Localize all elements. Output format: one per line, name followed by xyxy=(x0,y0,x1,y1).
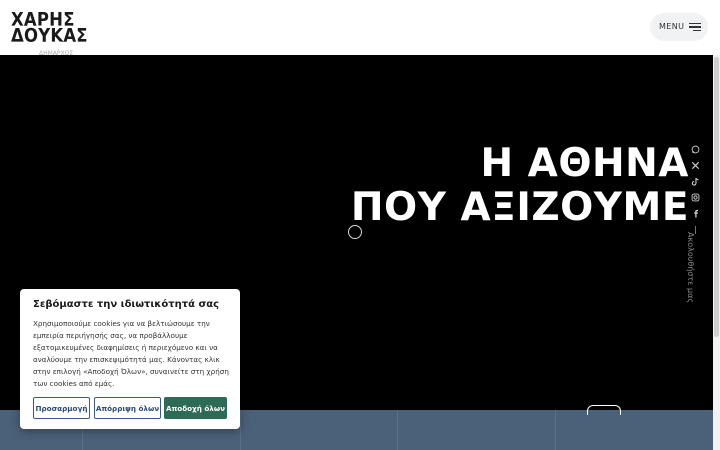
whatsapp-icon[interactable] xyxy=(688,142,702,156)
hero-title-line-2: ΠΟΥ ΑΞΙΖΟΥΜΕ xyxy=(350,185,689,230)
follow-us-label: Ακολουθήστε μας xyxy=(686,232,695,304)
cookie-description: Χρησιμοποιούμε cookies για να βελτιώσουμ… xyxy=(33,319,229,388)
instagram-icon[interactable] xyxy=(688,190,702,204)
social-divider xyxy=(695,226,696,234)
menu-button[interactable]: MENU xyxy=(650,13,708,41)
scroll-down-indicator-icon[interactable] xyxy=(587,405,621,415)
hero-title-line-1: Η ΑΘΗΝΑ xyxy=(480,141,689,186)
hero-title: Η ΑΘΗΝΑ ΠΟΥ ΑΞΙΖΟΥΜΕ xyxy=(351,142,689,230)
column-divider xyxy=(397,410,398,450)
customize-button[interactable]: Προσαρμογή xyxy=(33,397,90,419)
menu-label: MENU xyxy=(659,22,685,31)
loading-spinner-icon xyxy=(348,225,362,239)
site-header: ΧΑΡΗΣ ΔΟΥΚΑΣ ΔΗΜΑΡΧΟΣ MENU xyxy=(0,0,720,57)
logo-line-2: ΔΟΥΚΑΣ xyxy=(11,24,88,47)
accept-all-button[interactable]: Αποδοχή όλων xyxy=(164,397,227,419)
facebook-icon[interactable] xyxy=(688,206,702,220)
cookie-consent-dialog: Σεβόμαστε την ιδιωτικότητά σας Χρησιμοπο… xyxy=(20,289,240,429)
hamburger-icon xyxy=(689,23,701,31)
reject-all-button[interactable]: Απόρριψη όλων xyxy=(94,397,161,419)
site-logo[interactable]: ΧΑΡΗΣ ΔΟΥΚΑΣ xyxy=(11,10,88,47)
scrollbar-thumb[interactable] xyxy=(714,57,719,337)
cookie-title: Σεβόμαστε την ιδιωτικότητά σας xyxy=(33,299,220,310)
tiktok-icon[interactable] xyxy=(688,174,702,188)
column-divider xyxy=(240,410,241,450)
column-divider xyxy=(555,410,556,450)
page-scrollbar[interactable] xyxy=(713,55,720,450)
x-twitter-icon[interactable] xyxy=(688,158,702,172)
